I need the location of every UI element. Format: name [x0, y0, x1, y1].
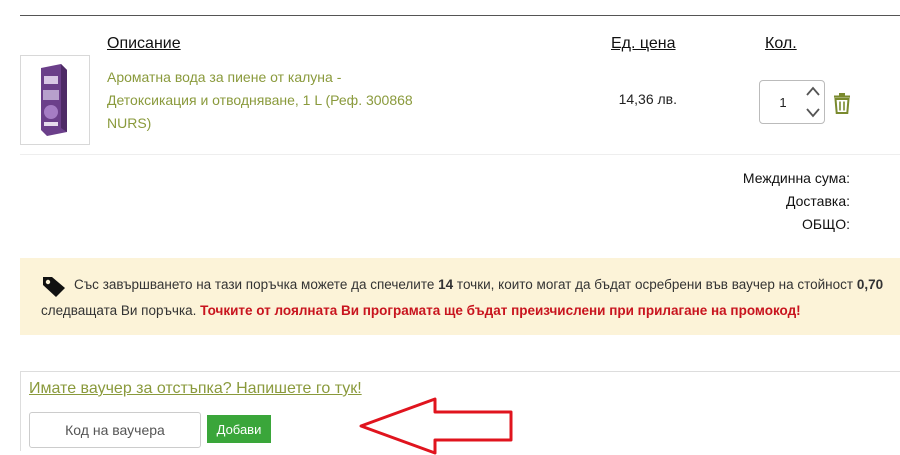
product-name-link[interactable]: Ароматна вода за пиене от калуна - Деток… [107, 66, 427, 135]
trash-icon[interactable] [832, 92, 852, 114]
chevron-up-icon[interactable] [804, 83, 822, 101]
column-header-unit-price[interactable]: Ед. цена [611, 35, 676, 53]
loyalty-promo-warning: Точките от лоялната Ви програмата ще бъд… [200, 303, 801, 318]
loyalty-points: 14 [438, 277, 454, 292]
subtotal-label: Междинна сума: [742, 170, 850, 186]
cart-top-border [20, 15, 900, 16]
loyalty-text-line-2: следващата Ви поръчка. Точките от лоялна… [41, 303, 801, 318]
voucher-code-input[interactable] [29, 412, 201, 448]
loyalty-text-prefix: Със завършването на тази поръчка можете … [74, 277, 439, 292]
loyalty-voucher-value: 0,70 [856, 277, 884, 292]
product-name-line-2: Детоксикация и отводняване, 1 L (Реф. 30… [107, 92, 413, 108]
voucher-toggle-link[interactable]: Имате ваучер за отстъпка? Напишете го ту… [29, 380, 362, 398]
product-image[interactable] [20, 55, 90, 145]
tag-icon [43, 277, 65, 297]
chevron-down-icon[interactable] [804, 103, 822, 121]
product-name-line-3: NURS) [107, 115, 152, 131]
product-name-line-1: Ароматна вода за пиене от калуна - [107, 69, 342, 85]
add-voucher-button[interactable]: Добави [207, 415, 271, 443]
loyalty-text-suffix: точки, които могат да бъдат осребрени въ… [453, 277, 857, 292]
product-bottle-box-image [41, 64, 67, 136]
quantity-value[interactable]: 1 [760, 95, 806, 110]
unit-price: 14,36 лв. [618, 91, 677, 107]
red-arrow-annotation [359, 397, 513, 455]
shipping-label: Доставка: [785, 193, 850, 209]
loyalty-notice: Със завършването на тази поръчка можете … [20, 258, 900, 335]
row-divider [20, 154, 900, 155]
column-header-description[interactable]: Описание [107, 35, 181, 53]
total-label: ОБЩО: [802, 216, 850, 232]
loyalty-text-line-1: Със завършването на тази поръчка можете … [74, 277, 883, 292]
loyalty-text-line-2-prefix: следващата Ви поръчка. [41, 303, 201, 318]
quantity-stepper[interactable]: 1 [759, 80, 825, 124]
column-header-quantity[interactable]: Кол. [765, 35, 797, 53]
